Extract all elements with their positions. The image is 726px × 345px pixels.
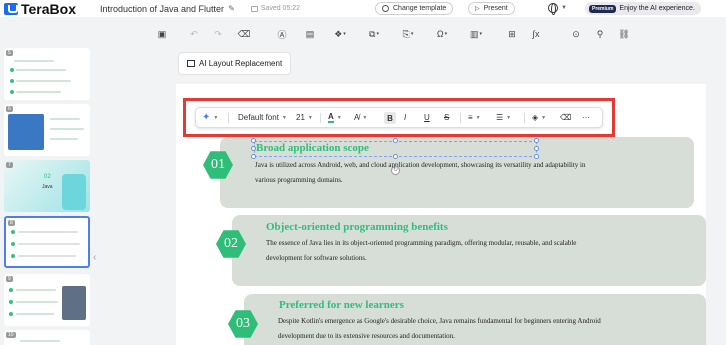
card-desc-3-line-2: development due to its extensive resourc… xyxy=(278,332,455,340)
thumbnail-number: 7 xyxy=(6,162,13,168)
resize-handle[interactable] xyxy=(534,154,539,159)
main-toolbar: ▣ ↶ ↷ ⌫ Ⓐ ▤ ❖ ▾ ⧉ ▾ ⎘ ▾ Ω ▾ ▥ ▾ ⊞ ∫x ⊙ ⚲ ⛓ xyxy=(0,22,726,46)
link-icon[interactable]: ⛓ xyxy=(618,28,630,40)
ai-experience-label: Enjoy the AI experience. xyxy=(619,5,695,12)
resize-handle[interactable] xyxy=(251,138,256,143)
image-icon[interactable]: ▤ xyxy=(304,28,316,40)
undo-icon[interactable]: ↶ xyxy=(188,28,200,40)
slide-thumbnail-6[interactable]: 6 xyxy=(4,104,90,156)
change-template-label: Change template xyxy=(393,5,447,12)
card-desc-3[interactable]: Despite Kotlin's emergence as Google's d… xyxy=(278,314,601,344)
collapse-panel-icon[interactable]: ‹ xyxy=(93,252,96,263)
edit-title-icon[interactable]: ✎ xyxy=(228,4,235,13)
thumbnail-number: 5 xyxy=(6,50,13,56)
thumbnail-number: 9 xyxy=(6,276,13,282)
settings-icon[interactable]: ⊙ xyxy=(570,28,582,40)
logo-text: TeraBox xyxy=(21,0,76,17)
resize-handle[interactable] xyxy=(393,154,398,159)
card-desc-1[interactable]: Java is utilized across Android, web, an… xyxy=(255,158,585,188)
thumbnail-number: 10 xyxy=(6,332,16,338)
slide-thumbnail-panel: 5 6 7 02 Java 8 + 9 10 ‹ xyxy=(0,44,98,345)
card-desc-1-line-1: Java is utilized across Android, web, an… xyxy=(255,161,586,169)
template-icon xyxy=(382,5,389,12)
ai-layout-replacement-button[interactable]: AI Layout Replacement xyxy=(178,52,292,75)
format-painter-icon[interactable]: ⌫ xyxy=(238,28,251,40)
premium-badge: Premium xyxy=(589,4,617,13)
annotation-highlight-box xyxy=(183,98,615,137)
card-desc-1-line-2: various programming domains. xyxy=(255,176,343,184)
card-desc-2-line-1: The essence of Java lies in its object-o… xyxy=(266,239,577,247)
save-icon[interactable]: ▣ xyxy=(156,28,168,40)
present-button[interactable]: ▷ Present xyxy=(468,2,515,15)
play-icon: ▷ xyxy=(475,6,480,12)
cloud-save-icon xyxy=(250,5,258,12)
shapes-icon[interactable]: ❖ ▾ xyxy=(334,28,346,40)
grid-icon[interactable]: ⊞ xyxy=(506,28,518,40)
resize-handle[interactable] xyxy=(251,146,256,151)
slide-thumbnail-8-selected[interactable]: 8 xyxy=(4,216,90,268)
thumbnail-7-title-text: Java xyxy=(42,184,53,190)
formula-icon[interactable]: ∫x xyxy=(530,28,542,40)
thumbnail-number: 6 xyxy=(6,106,13,112)
top-bar: TeraBox Introduction of Java and Flutter… xyxy=(0,0,726,17)
resize-handle[interactable] xyxy=(393,138,398,143)
present-label: Present xyxy=(483,5,508,12)
slide-thumbnail-9[interactable]: 9 xyxy=(4,274,90,326)
saved-status-text: Saved 05:22 xyxy=(260,5,301,12)
layout-icon xyxy=(187,60,195,67)
slide-thumbnail-5[interactable]: 5 xyxy=(4,48,90,100)
omega-symbol-icon[interactable]: Ω ▾ xyxy=(436,28,448,40)
slide-thumbnail-10[interactable]: 10 xyxy=(4,330,90,345)
ai-layout-label: AI Layout Replacement xyxy=(199,59,283,68)
change-template-button[interactable]: Change template xyxy=(375,2,454,15)
ai-experience-button[interactable]: Premium Enjoy the AI experience. xyxy=(585,2,701,15)
card-title-3[interactable]: Preferred for new learners xyxy=(279,299,404,311)
search-icon[interactable]: ⚲ xyxy=(594,28,606,40)
rotate-handle-icon[interactable]: ↻ xyxy=(391,166,400,175)
thumbnail-7-number-text: 02 xyxy=(44,174,51,180)
thumbnail-number: 8 xyxy=(8,220,15,226)
resize-handle[interactable] xyxy=(251,154,256,159)
text-box-icon[interactable]: Ⓐ xyxy=(276,28,288,40)
resize-handle[interactable] xyxy=(534,138,539,143)
chart-icon[interactable]: ▥ ▾ xyxy=(470,28,482,40)
smartart-icon[interactable]: ⎘ ▾ xyxy=(402,28,414,40)
redo-icon[interactable]: ↷ xyxy=(212,28,224,40)
slide-thumbnail-7[interactable]: 7 02 Java xyxy=(4,160,90,212)
terabox-logo-icon xyxy=(4,2,18,15)
resize-handle[interactable] xyxy=(534,146,539,151)
card-desc-2-line-2: development for software solutions. xyxy=(266,254,367,262)
card-title-2[interactable]: Object-oriented programming benefits xyxy=(266,221,448,233)
table-icon[interactable]: ⧉ ▾ xyxy=(368,28,380,40)
card-desc-2[interactable]: The essence of Java lies in its object-o… xyxy=(266,236,576,266)
saved-status: Saved 05:22 xyxy=(250,5,301,12)
card-desc-3-line-1: Despite Kotlin's emergence as Google's d… xyxy=(278,317,601,325)
document-title[interactable]: Introduction of Java and Flutter xyxy=(100,4,224,14)
language-selector[interactable]: ▼ xyxy=(548,3,567,15)
globe-icon xyxy=(548,3,558,15)
chevron-down-icon: ▼ xyxy=(561,5,567,11)
terabox-logo[interactable]: TeraBox xyxy=(4,1,76,17)
